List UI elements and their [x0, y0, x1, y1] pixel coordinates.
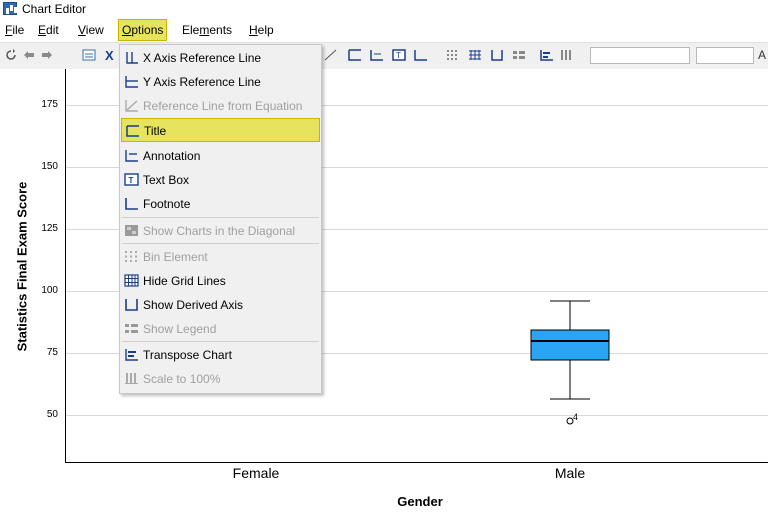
menu-bar: File Edit View Options Elements Help: [0, 18, 768, 42]
menu-item-title[interactable]: Title: [121, 118, 320, 142]
footnote-tool-icon[interactable]: [414, 49, 428, 61]
derived-axis-tool-icon[interactable]: [490, 49, 504, 61]
y-axis-line: [65, 69, 66, 463]
annotation-tool-icon[interactable]: [370, 49, 384, 61]
legend-icon: [125, 324, 138, 333]
menu-item-footnote[interactable]: Footnote: [121, 192, 320, 216]
y-axis-label[interactable]: Statistics Final Exam Score: [15, 167, 30, 367]
menu-elements[interactable]: Elements: [179, 21, 235, 39]
menu-item-scale-to-100: Scale to 100%: [121, 367, 320, 391]
scale-100-tool-icon[interactable]: [560, 49, 574, 61]
x-axis-line: [65, 462, 768, 463]
menu-view[interactable]: View: [75, 21, 107, 39]
menu-separator: [122, 217, 319, 218]
outlier-label: 4: [573, 412, 579, 422]
bin-element-tool-icon[interactable]: [446, 49, 460, 61]
svg-text:X: X: [105, 49, 114, 61]
select-x-axis-icon[interactable]: X: [104, 49, 118, 61]
menu-item-show-legend: Show Legend: [121, 317, 320, 341]
grid-lines-icon: [124, 274, 139, 287]
interquartile-box: [530, 329, 610, 361]
menu-separator: [122, 243, 319, 244]
menu-item-annotation[interactable]: Annotation: [121, 144, 320, 168]
redo-icon[interactable]: [40, 49, 54, 61]
footnote-icon: [125, 198, 138, 210]
toolbar-field-1[interactable]: [590, 47, 690, 64]
title-bar: Chart Editor: [0, 0, 768, 18]
text-box-tool-icon[interactable]: T: [392, 49, 406, 61]
menu-item-reference-line-from-equation: Reference Line from Equation: [121, 94, 320, 118]
window-title: Chart Editor: [22, 2, 87, 16]
y-tick-label: 175: [41, 99, 58, 110]
toolbar: X T A: [0, 42, 768, 70]
menu-edit[interactable]: Edit: [35, 21, 62, 39]
y-axis-reference-line-icon: [125, 76, 138, 88]
chart-area[interactable]: 175 150 125 100 75 50 Statistics Final E…: [0, 69, 768, 518]
x-category-male: Male: [554, 465, 586, 481]
menu-item-bin-element: Bin Element: [121, 245, 320, 269]
undo-icon[interactable]: [22, 49, 36, 61]
title-tool-icon[interactable]: [348, 49, 362, 61]
menu-options[interactable]: Options: [118, 19, 168, 41]
properties-icon[interactable]: [82, 49, 96, 61]
derived-axis-icon: [125, 299, 138, 311]
menu-help[interactable]: Help: [246, 21, 277, 39]
menu-item-show-charts-diagonal: Show Charts in the Diagonal: [121, 219, 320, 243]
svg-text:T: T: [129, 176, 134, 185]
font-size-icon[interactable]: A: [758, 48, 766, 62]
legend-tool-icon[interactable]: [512, 49, 526, 61]
bin-element-icon: [125, 251, 137, 262]
svg-text:T: T: [396, 51, 401, 60]
title-icon: [126, 125, 139, 137]
reference-line-equation-icon: [125, 100, 138, 112]
x-category-female: Female: [232, 465, 280, 481]
text-box-icon: T: [124, 173, 139, 186]
menu-item-x-axis-reference-line[interactable]: X Axis Reference Line: [121, 46, 320, 70]
menu-item-hide-grid-lines[interactable]: Hide Grid Lines: [121, 269, 320, 293]
refresh-icon[interactable]: [4, 49, 18, 61]
male-box-plot[interactable]: [520, 289, 620, 429]
grid-lines-tool-icon[interactable]: [468, 49, 482, 61]
x-axis-label[interactable]: Gender: [370, 494, 470, 509]
chart-editor-app-icon: [3, 2, 17, 15]
menu-item-text-box[interactable]: T Text Box: [121, 168, 320, 192]
menu-item-show-derived-axis[interactable]: Show Derived Axis: [121, 293, 320, 317]
menu-item-y-axis-reference-line[interactable]: Y Axis Reference Line: [121, 70, 320, 94]
gridline: [66, 415, 768, 416]
diagonal-charts-icon: [125, 225, 138, 236]
menu-file[interactable]: File: [2, 21, 27, 39]
scale-100-icon: [125, 373, 138, 384]
transpose-tool-icon[interactable]: [540, 49, 554, 61]
x-axis-reference-line-icon: [126, 52, 138, 64]
toolbar-field-2[interactable]: [696, 47, 754, 64]
reference-line-icon[interactable]: [324, 49, 338, 61]
transpose-chart-icon: [125, 349, 138, 361]
options-dropdown: X Axis Reference Line Y Axis Reference L…: [119, 44, 322, 394]
menu-item-transpose-chart[interactable]: Transpose Chart: [121, 343, 320, 367]
y-tick-label: 50: [46, 409, 58, 420]
annotation-icon: [125, 150, 138, 162]
menu-separator: [122, 341, 319, 342]
